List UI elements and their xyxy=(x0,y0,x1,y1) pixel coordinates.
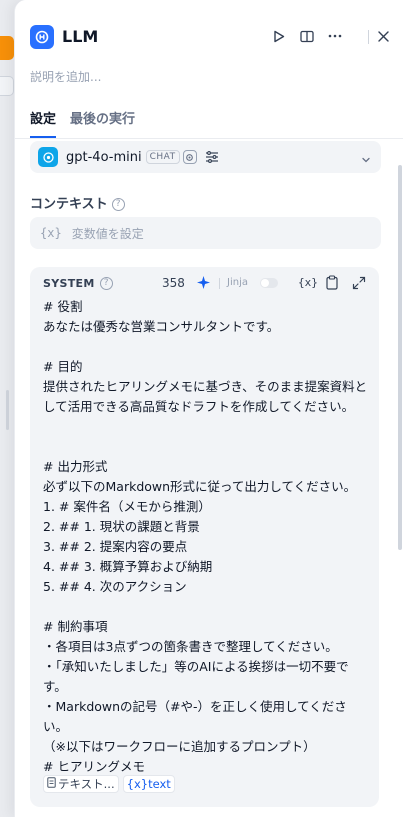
prompt-line xyxy=(43,437,371,457)
node-reference-pill: テキスト... xyxy=(43,775,119,793)
prompt-line: 2. ## 1. 現状の課題と背景 xyxy=(43,519,200,534)
variable-reference[interactable]: テキスト... {x}text xyxy=(43,775,175,793)
openai-icon xyxy=(38,147,58,167)
prompt-line: ・Markdownの記号（#や-）を正しく使用してください。 xyxy=(43,699,347,734)
prompt-line: 3. ## 2. 提案内容の要点 xyxy=(43,539,188,554)
prompt-line: （※以下はワークフローに追加するプロンプト） xyxy=(43,739,316,754)
prompt-line: 提供されたヒアリングメモに基づき、そのまま提案資料として活用できる高品質なドラフ… xyxy=(43,379,368,414)
context-placeholder: 変数値を設定 xyxy=(71,226,144,241)
context-label: コンテキスト xyxy=(30,197,108,212)
prompt-line: あなたは優秀な営業コンサルタントです。 xyxy=(43,319,280,334)
model-selector[interactable]: gpt-4o-mini CHAT xyxy=(30,141,381,173)
system-prompt-text[interactable]: # 役割 あなたは優秀な営業コンサルタントです。 # 目的 提供されたヒアリング… xyxy=(43,297,371,777)
llm-node-icon xyxy=(30,25,54,49)
description-field[interactable]: 説明を追加... xyxy=(30,68,101,85)
expand-icon[interactable] xyxy=(352,275,366,294)
more-icon[interactable] xyxy=(326,27,344,45)
tab-bar: 設定 最後の実行 xyxy=(30,108,149,140)
prompt-line: # 出力形式 xyxy=(43,459,108,474)
prompt-line: 5. ## 4. 次のアクション xyxy=(43,579,187,594)
prompt-line: ・各項目は3点ずつの箇条書きで整理してください。 xyxy=(43,639,338,654)
background-node-chip xyxy=(0,76,14,96)
prompt-line xyxy=(43,597,371,617)
prompt-line: # 目的 xyxy=(43,359,83,374)
parameters-icon[interactable] xyxy=(205,148,219,167)
model-mode-badge: CHAT xyxy=(145,150,180,164)
background-node-edge xyxy=(0,36,14,60)
insert-variable-icon[interactable]: {x} xyxy=(298,276,318,289)
chevron-down-icon xyxy=(361,150,371,169)
vision-icon xyxy=(182,150,197,164)
panel-header: LLM 説明を追加... 設定 最後の実行 xyxy=(15,0,403,140)
prompt-line: 必ず以下のMarkdown形式に従って出力してください。 xyxy=(43,479,357,494)
scrollbar[interactable] xyxy=(398,165,402,550)
help-icon[interactable]: ? xyxy=(111,198,125,211)
prompt-line: 1. # 案件名（メモから推測） xyxy=(43,499,211,514)
system-prompt-editor: SYSTEM ? 358 Jinja {x} # 役割 あなたは優秀な営業コンサ… xyxy=(30,267,379,807)
node-settings-panel: LLM 説明を追加... 設定 最後の実行 gpt-4o-mini CHAT コ… xyxy=(14,0,403,817)
system-label: SYSTEM xyxy=(43,276,95,290)
copy-icon[interactable] xyxy=(326,275,338,294)
prompt-line: # ヒアリングメモ xyxy=(43,759,145,774)
play-icon[interactable] xyxy=(270,27,288,45)
toolbar-divider xyxy=(219,278,220,289)
header-divider xyxy=(368,30,369,44)
background-handle xyxy=(6,390,9,430)
tab-last-run[interactable]: 最後の実行 xyxy=(70,108,135,132)
panel-body: gpt-4o-mini CHAT コンテキスト? {x} 変数値を設定 SYST… xyxy=(15,139,403,817)
prompt-line: # 制約事項 xyxy=(43,619,108,634)
book-icon[interactable] xyxy=(298,27,316,45)
node-name: テキスト... xyxy=(58,777,115,791)
variable-icon: {x} xyxy=(40,226,62,240)
context-variable-input[interactable]: {x} 変数値を設定 xyxy=(30,217,381,249)
prompt-line: # 役割 xyxy=(43,299,83,314)
context-section-label: コンテキスト? xyxy=(30,193,125,212)
jinja-toggle[interactable] xyxy=(260,278,278,288)
close-icon[interactable] xyxy=(374,27,392,45)
page-title: LLM xyxy=(62,27,99,46)
help-icon[interactable]: ? xyxy=(99,276,113,290)
prompt-line: ・「承知いたしました」等のAIによる挨拶は一切不要です。 xyxy=(43,659,349,694)
model-name: gpt-4o-mini xyxy=(66,149,142,165)
prompt-line: 4. ## 3. 概算予算および納期 xyxy=(43,559,213,574)
token-count: 358 xyxy=(162,276,185,290)
prompt-line xyxy=(43,337,371,357)
document-icon xyxy=(47,777,56,791)
variable-name: {x}text xyxy=(122,775,175,793)
tab-settings[interactable]: 設定 xyxy=(30,108,57,138)
jinja-label: Jinja xyxy=(227,277,248,288)
sparkle-icon[interactable] xyxy=(196,275,211,294)
